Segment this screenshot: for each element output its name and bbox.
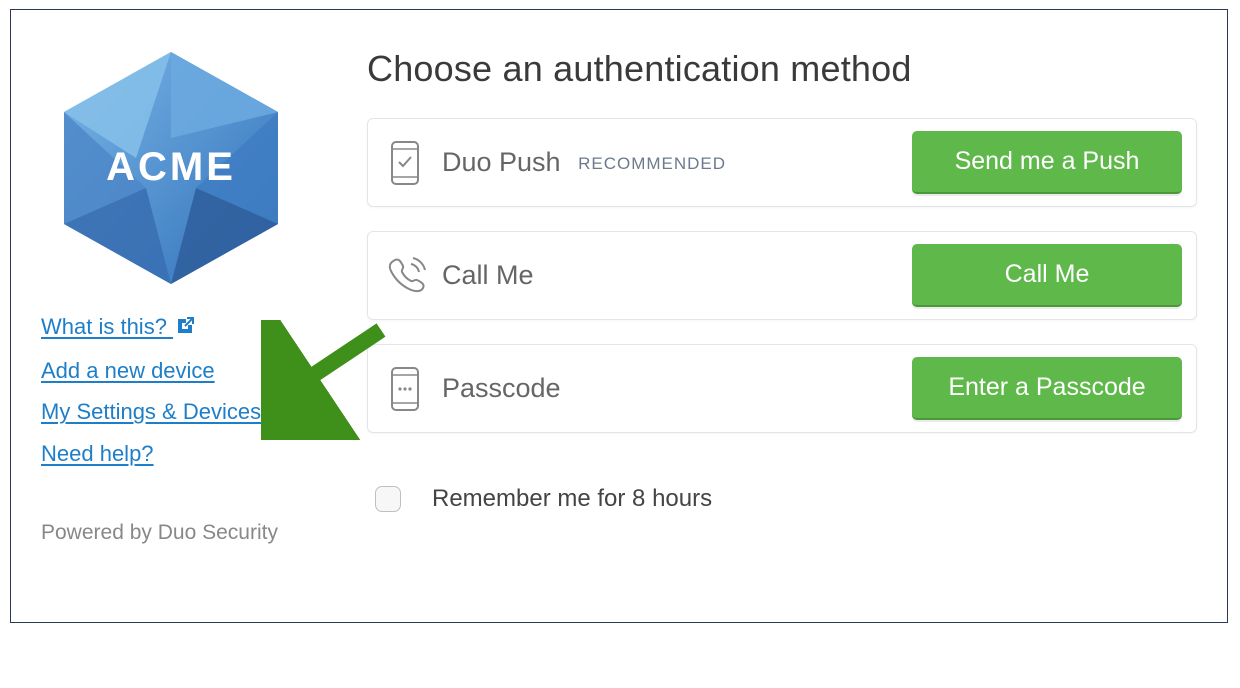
link-what-is-this[interactable]: What is this? (41, 312, 195, 344)
link-my-settings-devices[interactable]: My Settings & Devices (41, 397, 261, 427)
phone-passcode-icon (382, 366, 428, 412)
method-call-me: Call Me Call Me (367, 231, 1197, 320)
phone-call-icon (382, 253, 428, 299)
link-what-is-this-label: What is this? (41, 314, 167, 339)
remember-me-label: Remember me for 8 hours (432, 485, 712, 513)
logo-text: ACME (106, 145, 236, 189)
page-title: Choose an authentication method (367, 48, 1197, 90)
acme-hex-icon: ACME (56, 48, 286, 288)
enter-passcode-button[interactable]: Enter a Passcode (912, 357, 1182, 420)
method-duo-push-text: Duo Push (442, 147, 561, 177)
external-link-icon (175, 314, 195, 344)
sidebar: ACME What is this? Add a new device My S… (41, 48, 341, 592)
recommended-badge: RECOMMENDED (578, 154, 726, 173)
powered-by-text: Powered by Duo Security (41, 521, 341, 545)
main-content: Choose an authentication method Duo Push… (341, 48, 1197, 592)
remember-me-checkbox[interactable] (375, 486, 401, 512)
remember-me-row: Remember me for 8 hours (367, 483, 1197, 515)
method-passcode-label: Passcode (428, 373, 912, 404)
auth-panel: ACME What is this? Add a new device My S… (10, 9, 1228, 623)
sidebar-links: What is this? Add a new device My Settin… (41, 312, 341, 481)
link-add-new-device[interactable]: Add a new device (41, 356, 215, 386)
call-me-button[interactable]: Call Me (912, 244, 1182, 307)
company-logo: ACME (41, 48, 301, 288)
method-duo-push-label: Duo Push RECOMMENDED (428, 147, 912, 178)
method-duo-push: Duo Push RECOMMENDED Send me a Push (367, 118, 1197, 207)
method-call-me-label: Call Me (428, 260, 912, 291)
phone-check-icon (382, 140, 428, 186)
link-need-help[interactable]: Need help? (41, 439, 154, 469)
method-passcode: Passcode Enter a Passcode (367, 344, 1197, 433)
send-push-button[interactable]: Send me a Push (912, 131, 1182, 194)
